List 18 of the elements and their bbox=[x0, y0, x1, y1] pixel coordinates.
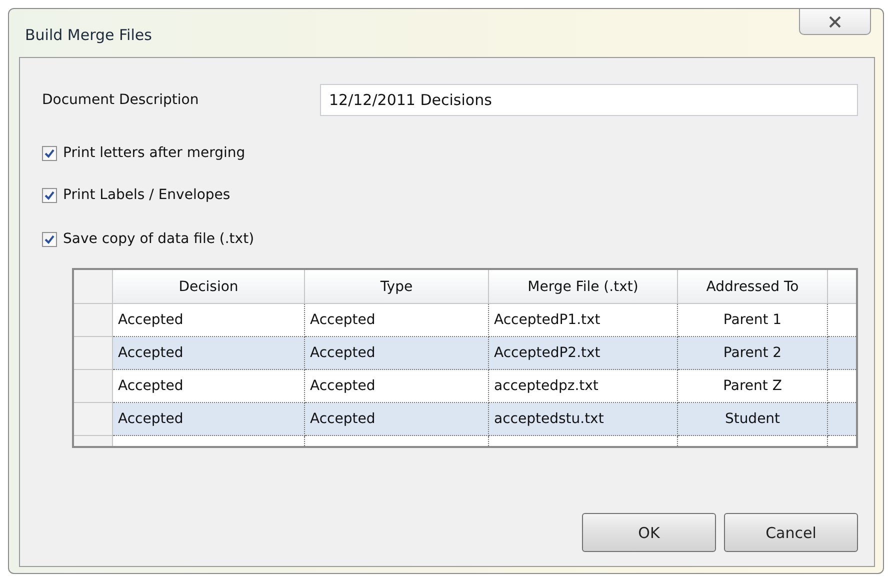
checkbox[interactable] bbox=[42, 188, 57, 202]
checkbox-label: Print Labels / Envelopes bbox=[63, 187, 230, 203]
row-header[interactable] bbox=[74, 370, 113, 403]
field-label: Document Description bbox=[42, 92, 200, 108]
close-icon bbox=[828, 16, 842, 28]
checkbox[interactable] bbox=[42, 146, 57, 160]
row-header[interactable] bbox=[74, 304, 113, 337]
checkbox[interactable] bbox=[42, 232, 57, 246]
cancel-button[interactable]: Cancel bbox=[724, 513, 858, 552]
checkbox-label: Print letters after merging bbox=[63, 145, 246, 161]
close-button[interactable] bbox=[799, 9, 871, 35]
row-header[interactable] bbox=[74, 337, 113, 370]
row-header bbox=[74, 270, 113, 304]
checkbox-label: Save copy of data file (.txt) bbox=[63, 231, 254, 247]
description-field[interactable]: 12/12/2011 Decisions bbox=[320, 84, 858, 116]
window-title: Build Merge Files bbox=[25, 26, 152, 44]
ok-button[interactable]: OK bbox=[582, 513, 716, 552]
row-header[interactable] bbox=[74, 403, 113, 436]
